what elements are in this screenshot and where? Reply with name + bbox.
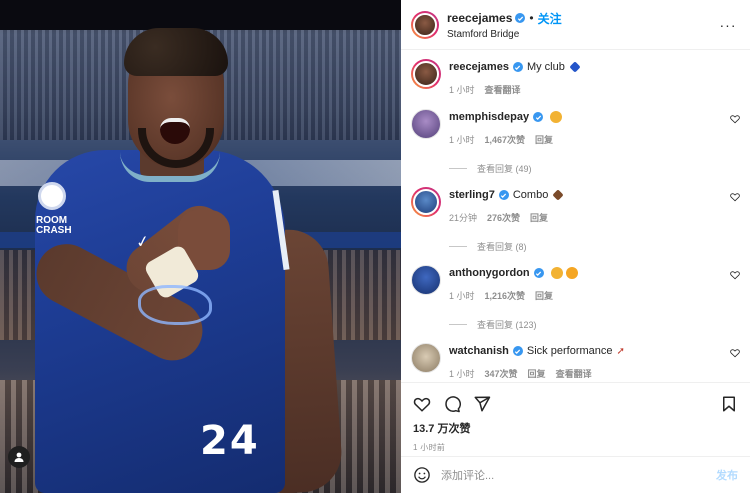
comment-composer: 添加评论... 发布: [401, 456, 750, 492]
verified-icon: [515, 13, 526, 23]
view-replies-label[interactable]: 查看回复 (49): [477, 162, 532, 175]
comment-likes[interactable]: 1,216次赞: [485, 289, 526, 302]
player-figure: ROOM CRASH ✓ 24: [0, 0, 401, 493]
comment-username[interactable]: sterling7: [449, 189, 495, 201]
comment-likes[interactable]: 347次赞: [485, 367, 518, 378]
comment-text: Combo: [512, 189, 549, 201]
follow-button[interactable]: 关注: [538, 10, 562, 27]
caption-text: My club: [526, 61, 565, 73]
view-replies-link[interactable]: 查看回复 (8): [449, 239, 750, 253]
comment-username[interactable]: watchanish: [449, 345, 509, 357]
verified-icon: [498, 190, 509, 200]
comment-item: memphisdepay 1 小时 1,467次赞 回复: [401, 101, 750, 149]
author-username[interactable]: reecejames: [447, 11, 512, 25]
comment-icon[interactable]: [443, 395, 461, 413]
comment-time: 21分钟: [449, 213, 478, 223]
sleeve-sponsor: ROOM CRASH: [36, 215, 72, 236]
post-photo[interactable]: ROOM CRASH ✓ 24: [0, 0, 401, 493]
caption-username[interactable]: reecejames: [449, 61, 509, 73]
comment-username[interactable]: anthonygordon: [449, 267, 530, 279]
shirt-number: 24: [200, 418, 260, 464]
like-comment-icon[interactable]: [730, 348, 740, 358]
blue-heart-icon: [569, 61, 581, 73]
comment-avatar[interactable]: [411, 265, 441, 295]
league-badge-icon: [38, 182, 66, 210]
post-header: reecejames • 关注 Stamford Bridge ···: [401, 0, 750, 50]
more-options-icon[interactable]: ···: [718, 15, 738, 35]
lion-face-icon: [550, 111, 563, 123]
comment-reply-link[interactable]: 回复: [535, 133, 553, 146]
emoji-icon[interactable]: [413, 466, 431, 484]
comment-translate-link[interactable]: 查看翻译: [556, 367, 592, 378]
post-location[interactable]: Stamford Bridge: [447, 29, 718, 40]
player-hair: [124, 28, 228, 76]
comment-avatar[interactable]: [411, 187, 441, 217]
share-icon[interactable]: [473, 395, 491, 413]
rocket-icon: ➚: [616, 345, 625, 357]
like-comment-icon[interactable]: [730, 192, 740, 202]
verified-icon: [533, 268, 544, 278]
post-comment-button[interactable]: 发布: [716, 467, 738, 483]
comment-username[interactable]: memphisdepay: [449, 111, 529, 123]
comment-reply-link[interactable]: 回复: [535, 289, 553, 302]
comment-reply-link[interactable]: 回复: [528, 367, 546, 378]
club-crest-icon: [138, 285, 212, 325]
likes-count[interactable]: 13.7 万次赞: [401, 417, 750, 436]
lion-face-icon: [550, 267, 563, 279]
separator-dot: •: [529, 11, 534, 25]
comment-input[interactable]: 添加评论...: [441, 467, 716, 483]
comment-time: 1 小时: [449, 291, 475, 301]
brown-heart-icon: [552, 189, 564, 201]
comment-reply-link[interactable]: 回复: [530, 211, 548, 224]
like-icon[interactable]: [413, 395, 431, 413]
like-comment-icon[interactable]: [730, 270, 740, 280]
verified-icon: [512, 62, 523, 72]
caption-avatar[interactable]: [411, 59, 441, 89]
heart-eyes-icon: [565, 267, 578, 279]
author-avatar[interactable]: [411, 10, 439, 39]
caption-translate-link[interactable]: 查看翻译: [485, 83, 521, 96]
comments-list[interactable]: reecejames My club 1 小时 查看翻译 memphisdepa…: [401, 51, 750, 378]
like-comment-icon[interactable]: [730, 114, 740, 124]
comment-item: watchanish Sick performance ➚ 1 小时 347次赞…: [401, 331, 750, 378]
verified-icon: [512, 346, 523, 356]
comment-time: 1 小时: [449, 135, 475, 145]
replies-divider: [449, 245, 467, 247]
tagged-users-icon[interactable]: [8, 446, 30, 468]
comment-avatar[interactable]: [411, 343, 441, 373]
view-replies-link[interactable]: 查看回复 (49): [449, 161, 750, 175]
view-replies-label[interactable]: 查看回复 (123): [477, 318, 537, 331]
caption: reecejames My club 1 小时 查看翻译: [401, 51, 750, 101]
post-sidebar: reecejames • 关注 Stamford Bridge ··· reec…: [401, 0, 750, 493]
bookmark-icon[interactable]: [720, 395, 738, 413]
comment-avatar[interactable]: [411, 109, 441, 139]
action-bar: [401, 383, 750, 417]
post-time: 1 小时前: [413, 443, 446, 452]
comment-item: sterling7 Combo 21分钟 276次赞 回复: [401, 175, 750, 227]
view-replies-link[interactable]: 查看回复 (123): [449, 317, 750, 331]
comment-likes[interactable]: 1,467次赞: [485, 133, 526, 146]
replies-divider: [449, 167, 467, 169]
view-replies-label[interactable]: 查看回复 (8): [477, 240, 527, 253]
comment-text: Sick performance: [526, 345, 613, 357]
post-actions: 13.7 万次赞 1 小时前 添加评论... 发布: [401, 382, 750, 492]
comment-likes[interactable]: 276次赞: [487, 211, 520, 224]
comment-item: anthonygordon 1 小时 1,216次赞 回复: [401, 253, 750, 305]
verified-icon: [533, 112, 544, 122]
caption-time: 1 小时: [449, 85, 475, 95]
comment-time: 1 小时: [449, 369, 475, 378]
replies-divider: [449, 323, 467, 325]
